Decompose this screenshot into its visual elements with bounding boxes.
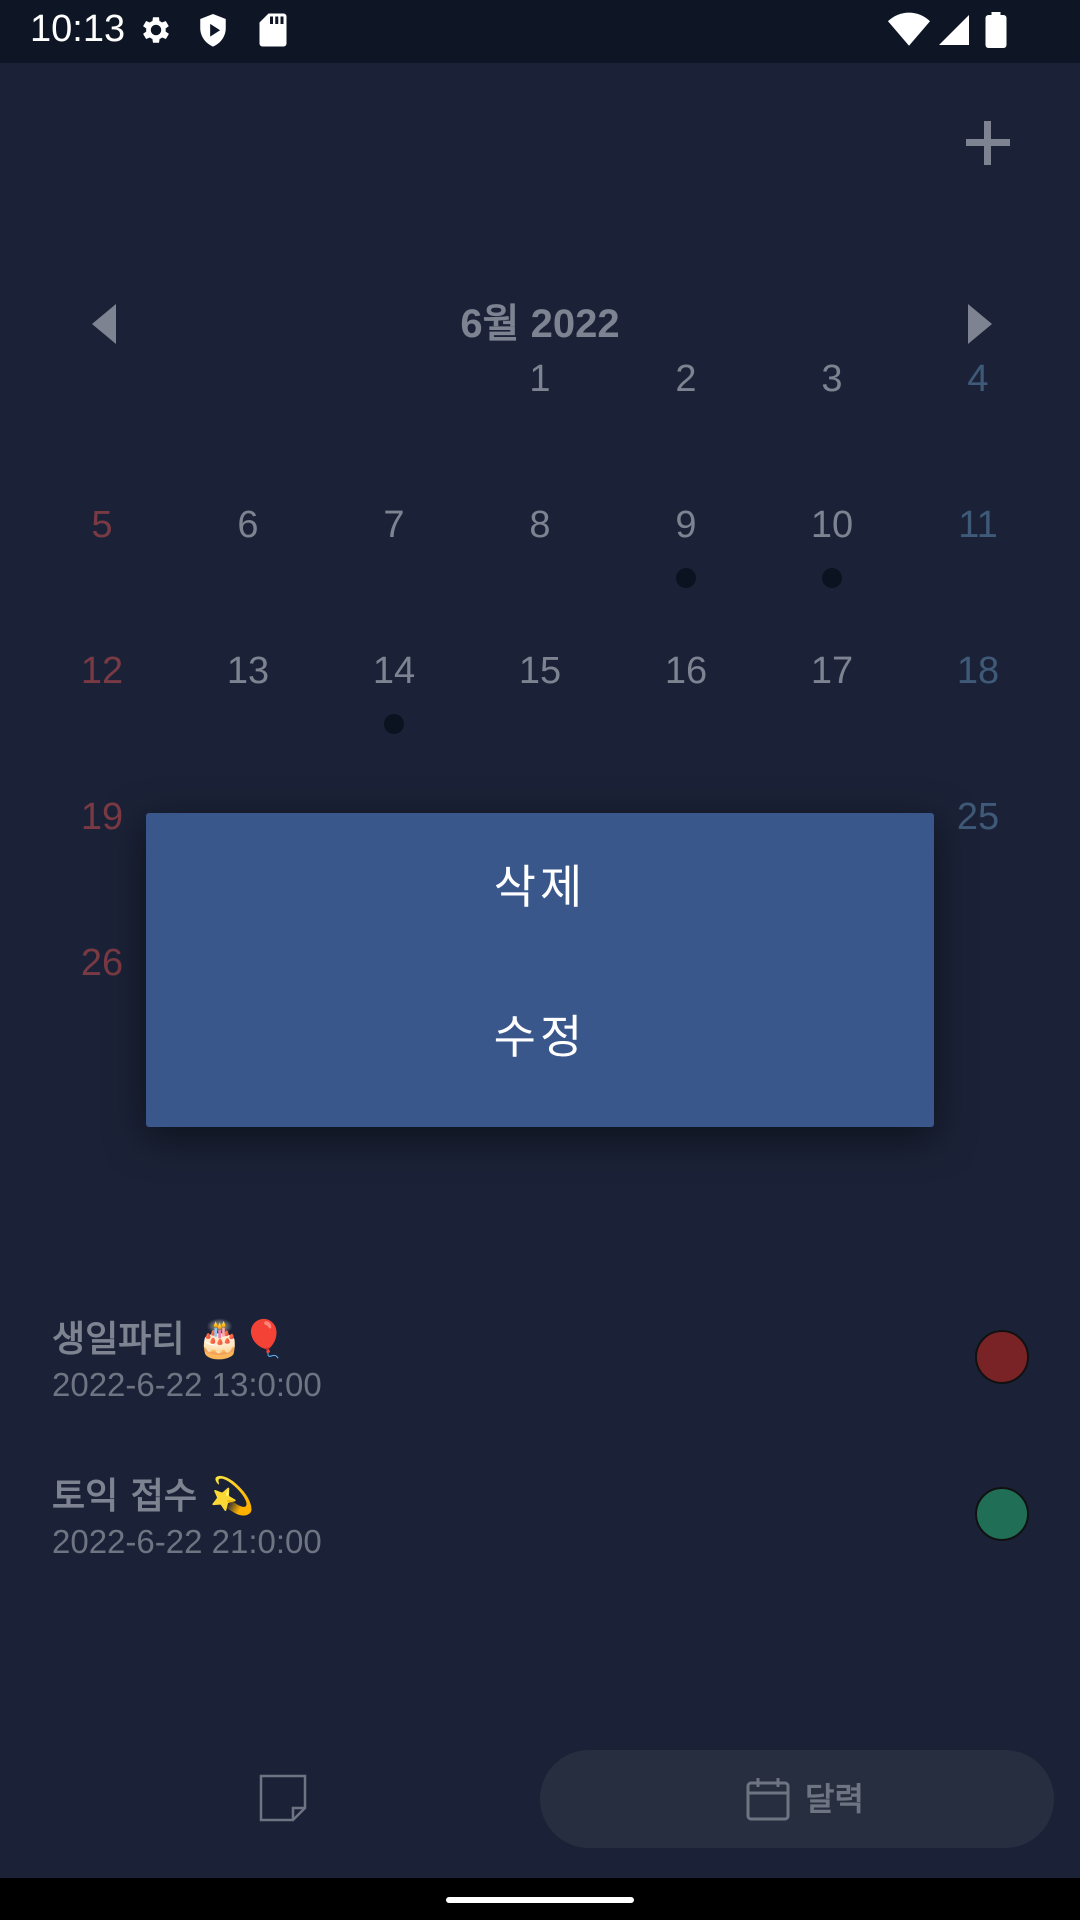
triangle-right-icon [968, 304, 992, 344]
signal-icon [939, 15, 969, 45]
event-list-item[interactable]: 토익 접수 💫 2022-6-22 21:0:00 [52, 1467, 322, 1561]
system-nav-bar [0, 1878, 1080, 1920]
note-icon [259, 1774, 307, 1822]
sd-card-icon [259, 13, 287, 47]
home-pill[interactable] [446, 1897, 634, 1903]
calendar-day[interactable]: 4 [905, 358, 1051, 401]
calendar-day[interactable]: 13 [175, 650, 321, 693]
calendar-day[interactable]: 7 [321, 504, 467, 547]
calendar-day[interactable]: 15 [467, 650, 613, 693]
event-color-indicator [975, 1330, 1029, 1384]
calendar-tab[interactable]: 달력 [540, 1750, 1054, 1848]
calendar-day[interactable]: 6 [175, 504, 321, 547]
event-dot [822, 568, 842, 588]
event-time: 2022-6-22 13:0:00 [52, 1366, 322, 1403]
memo-tab[interactable] [258, 1773, 308, 1823]
calendar-day[interactable]: 11 [905, 504, 1051, 547]
add-event-button[interactable] [958, 113, 1018, 173]
month-title: 6월 2022 [460, 302, 620, 346]
edit-option[interactable]: 수정 [146, 977, 934, 1097]
calendar-day[interactable]: 17 [759, 650, 905, 693]
calendar-day[interactable]: 16 [613, 650, 759, 693]
status-bar: 10:13 [0, 0, 1080, 63]
event-title: 생일파티 🎂🎈 [52, 1319, 287, 1360]
status-time: 10:13 [30, 8, 126, 50]
wifi-icon [888, 12, 930, 46]
calendar-day[interactable]: 3 [759, 358, 905, 401]
event-title: 토익 접수 💫 [52, 1476, 255, 1517]
event-options-dialog: 삭제 수정 [146, 813, 934, 1127]
battery-icon [985, 12, 1007, 48]
event-dot [676, 568, 696, 588]
event-dot [384, 714, 404, 734]
delete-option[interactable]: 삭제 [146, 827, 934, 947]
next-month-button[interactable] [960, 299, 1000, 349]
calendar-day[interactable]: 12 [29, 650, 175, 693]
calendar-day[interactable]: 5 [29, 504, 175, 547]
gear-icon [143, 17, 169, 43]
calendar-icon [746, 1778, 790, 1821]
shield-play-icon [200, 14, 226, 47]
calendar-day[interactable]: 1 [467, 358, 613, 401]
screen: 10:13 6월 2022 1 2 3 4 5 6 7 8 9 10 11 12… [0, 0, 1080, 1920]
event-time: 2022-6-22 21:0:00 [52, 1523, 322, 1560]
calendar-day[interactable]: 9 [613, 504, 759, 547]
calendar-day[interactable]: 14 [321, 650, 467, 693]
calendar-day[interactable]: 2 [613, 358, 759, 401]
calendar-day[interactable]: 18 [905, 650, 1051, 693]
event-list-item[interactable]: 생일파티 🎂🎈 2022-6-22 13:0:00 [52, 1310, 322, 1404]
calendar-day[interactable]: 10 [759, 504, 905, 547]
event-color-indicator [975, 1487, 1029, 1541]
calendar-day[interactable]: 8 [467, 504, 613, 547]
calendar-tab-label: 달력 [805, 1780, 864, 1818]
